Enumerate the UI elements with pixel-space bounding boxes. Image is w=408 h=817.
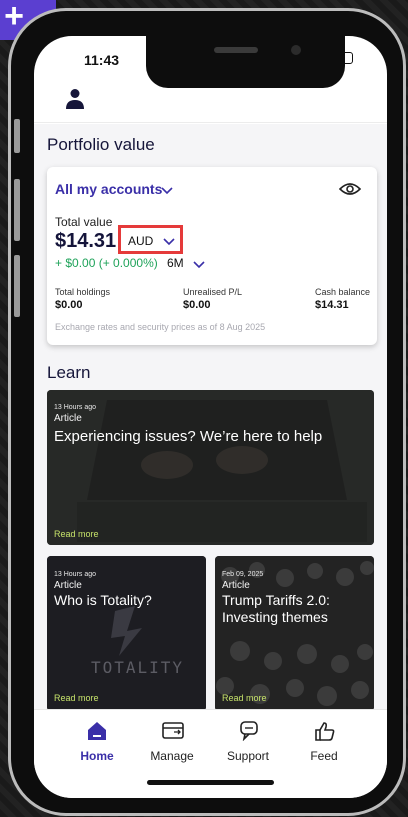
home-indicator [147,780,274,785]
learn-card-title: Trump Tariffs 2.0: Investing themes [222,592,330,625]
app-screen: 11:43 5G Portfolio value All my accounts… [34,36,387,798]
totality-logo-text: TOTALITY [91,658,185,677]
volume-down-button [14,255,20,317]
learn-title: Learn [47,363,91,382]
total-value-label: Total value [55,215,113,229]
chevron-down-icon [163,238,175,246]
unrealised-pl-value: $0.00 [183,299,211,311]
learn-card-time: 13 Hours ago [54,404,97,411]
notch [146,36,345,88]
nav-manage[interactable]: Manage [142,710,202,763]
portfolio-title: Portfolio value [47,135,155,154]
currency-label: AUD [128,234,154,248]
nav-manage-label: Manage [150,749,194,763]
support-icon [240,721,258,741]
laptop-hands-image [47,390,374,545]
thumbs-up-icon [315,722,335,741]
prices-footnote: Exchange rates and security prices as of… [55,322,266,332]
cash-balance-value: $14.31 [315,299,349,311]
total-holdings-label: Total holdings [55,287,111,297]
portfolio-card: All my accounts Total value $14.31 AUD +… [47,167,377,345]
currency-selector[interactable]: AUD [118,225,183,254]
learn-card-type: Article [54,413,82,424]
accounts-selector[interactable]: All my accounts [55,181,162,197]
learn-card-tariffs[interactable]: Feb 09, 2025 Article Trump Tariffs 2.0: … [215,556,374,709]
chevron-down-icon[interactable] [161,187,173,195]
unrealised-pl-label: Unrealised P/L [183,287,243,297]
learn-card-time: Feb 09, 2025 [222,571,264,578]
total-holdings-value: $0.00 [55,299,83,311]
gain-value: + $0.00 (+ 0.000%) [55,256,158,270]
mute-switch [14,119,20,153]
nav-support-label: Support [226,749,270,763]
learn-card-title: Experiencing issues? We’re here to help [54,428,323,445]
learn-card-totality[interactable]: 13 Hours ago Article Who is Totality? TO… [47,556,206,709]
learn-card-time: 13 Hours ago [54,571,97,578]
profile-icon[interactable] [65,88,85,110]
learn-card-type: Article [222,580,250,591]
totality-image [47,556,206,709]
eye-icon[interactable] [339,181,361,197]
read-more-link[interactable]: Read more [222,693,267,703]
app-header [34,88,387,123]
crowd-image [215,556,374,709]
learn-card-title: Who is Totality? [54,592,152,608]
home-icon [88,722,106,740]
nav-feed-label: Feed [310,749,338,763]
nav-home-label: Home [80,749,114,763]
nav-home[interactable]: Home [67,710,127,763]
learn-card-type: Article [54,580,82,591]
learn-card-support[interactable]: 13 Hours ago Article Experiencing issues… [47,390,374,545]
read-more-link[interactable]: Read more [54,693,99,703]
main-content: Portfolio value All my accounts Total va… [34,124,387,709]
nav-support[interactable]: Support [218,710,278,763]
chevron-down-icon[interactable] [193,261,205,269]
camera [291,45,301,55]
cash-balance-label: Cash balance [315,287,371,297]
manage-icon [162,722,184,739]
speaker [214,47,258,53]
nav-feed[interactable]: Feed [294,710,354,763]
period-selector[interactable]: 6M [167,256,184,270]
status-time: 11:43 [84,52,120,68]
volume-up-button [14,179,20,241]
read-more-link[interactable]: Read more [54,529,99,539]
total-value: $14.31 [55,230,117,252]
